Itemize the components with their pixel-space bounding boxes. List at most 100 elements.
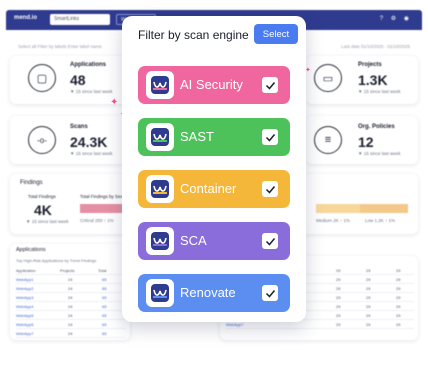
scans-stat-card[interactable]: -o- Scans 24.3K ▼ 15 since last week xyxy=(10,116,128,164)
total-count: 65 xyxy=(102,277,107,282)
org-policies-stat-card[interactable]: ≡ Org. Policies 12 ▼ 15 since last week xyxy=(306,116,418,164)
projects-count: 24 xyxy=(68,322,73,327)
engine-option-sca[interactable]: SCA xyxy=(138,222,290,260)
stat-value: 48 xyxy=(70,72,86,88)
value-cell: 29 xyxy=(336,313,341,318)
renovate-logo-icon xyxy=(146,279,174,307)
projects-stat-card[interactable]: ▭ Projects 1.3K ▼ 15 since last week xyxy=(306,56,418,104)
projects-count: 24 xyxy=(68,286,73,291)
applications-table-card: Applications Top High-Risk Applications … xyxy=(10,244,130,340)
app-link[interactable]: WebApp4 xyxy=(16,304,34,309)
total-findings-delta: ▼ 15 since last week xyxy=(26,219,69,224)
table-row[interactable]: WebApp1 24 65 xyxy=(16,275,126,284)
app-link[interactable]: WebApp1 xyxy=(16,277,34,282)
stat-value: 1.3K xyxy=(358,72,388,88)
date-range-filter[interactable]: Last date 01/10/2025 - 01/10/2025 xyxy=(341,44,410,49)
total-findings-label: Total Findings xyxy=(28,194,56,199)
value-cell: 29 xyxy=(396,295,401,300)
value-cell: 29 xyxy=(366,322,371,327)
stat-delta: ▼ 15 since last week xyxy=(70,89,113,94)
checkbox-checked[interactable] xyxy=(262,129,278,145)
column-header[interactable]: Total xyxy=(98,268,106,273)
total-count: 65 xyxy=(102,304,107,309)
app-link[interactable]: WebApp7 xyxy=(226,322,244,327)
table-row[interactable]: WebApp4 24 65 xyxy=(16,302,126,311)
stat-delta: ▼ 15 since last week xyxy=(358,151,401,156)
applications-subtitle: Top High-Risk Applications by Trend Find… xyxy=(16,258,97,263)
engine-label: SAST xyxy=(180,129,214,144)
top-bar-icons[interactable]: ? ⚙ ◉ xyxy=(380,15,412,22)
stat-label: Projects xyxy=(358,62,382,68)
projects-count: 24 xyxy=(68,295,73,300)
engine-option-renovate[interactable]: Renovate xyxy=(138,274,290,312)
value-cell: 29 xyxy=(366,268,371,273)
select-button[interactable]: Select xyxy=(254,24,298,44)
engine-option-ai-security[interactable]: AI Security xyxy=(138,66,290,104)
value-cell: 29 xyxy=(336,304,341,309)
table-row[interactable]: WebApp7 24 65 xyxy=(16,329,126,338)
stat-value: 24.3K xyxy=(70,134,108,150)
app-link[interactable]: WebApp5 xyxy=(16,313,34,318)
stat-label: Applications xyxy=(70,62,107,68)
critical-legend: Critical 250 ↑ 1% xyxy=(80,218,114,223)
value-cell: 29 xyxy=(396,322,401,327)
column-header[interactable]: Projects xyxy=(60,268,74,273)
value-cell: 29 xyxy=(336,286,341,291)
value-cell: 29 xyxy=(396,313,401,318)
findings-title: Findings xyxy=(20,180,43,186)
checkbox-checked[interactable] xyxy=(262,181,278,197)
projects-count: 24 xyxy=(68,304,73,309)
low-legend: Low 1.2K ↑ 1% xyxy=(365,218,396,223)
cube-icon: ▢ xyxy=(28,64,56,92)
applications-table: Application Projects Total WebApp1 24 65… xyxy=(16,266,126,340)
checkbox-checked[interactable] xyxy=(262,233,278,249)
stat-delta: ▼ 15 since last week xyxy=(358,89,401,94)
label-filter[interactable]: Select all Filter by labels Enter label … xyxy=(18,44,102,49)
value-cell: 29 xyxy=(396,304,401,309)
column-header[interactable]: Application xyxy=(16,268,36,273)
total-count: 65 xyxy=(102,295,107,300)
folder-icon: ▭ xyxy=(314,64,342,92)
workspace-select[interactable]: SmartLinks xyxy=(50,14,110,25)
app-link[interactable]: WebApp6 xyxy=(16,322,34,327)
engine-option-container[interactable]: Container xyxy=(138,170,290,208)
engine-label: Container xyxy=(180,181,237,196)
critical-bar xyxy=(80,204,122,213)
value-cell: 29 xyxy=(366,286,371,291)
engine-option-sast[interactable]: SAST xyxy=(138,118,290,156)
commit-icon: -o- xyxy=(28,126,56,154)
checkbox-checked[interactable] xyxy=(262,285,278,301)
checkbox-checked[interactable] xyxy=(262,77,278,93)
total-count: 65 xyxy=(102,322,107,327)
table-row[interactable]: WebApp5 24 65 xyxy=(16,311,126,320)
table-row[interactable]: WebApp2 24 65 xyxy=(16,284,126,293)
sparkle-icon: ✦ xyxy=(110,97,119,108)
total-count: 65 xyxy=(102,313,107,318)
value-cell: 29 xyxy=(366,277,371,282)
projects-count: 24 xyxy=(68,277,73,282)
table-row[interactable]: WebApp6 24 65 xyxy=(16,320,126,329)
projects-count: 24 xyxy=(68,331,73,336)
value-cell: 29 xyxy=(366,304,371,309)
sca-logo-icon xyxy=(146,227,174,255)
scan-engine-filter-popup: Filter by scan engine Select AI Security… xyxy=(122,16,306,322)
table-header-row: Application Projects Total xyxy=(16,266,126,275)
total-count: 65 xyxy=(102,331,107,336)
total-count: 65 xyxy=(102,286,107,291)
value-cell: 29 xyxy=(336,268,341,273)
mend-logo: mend.io xyxy=(14,15,38,21)
app-link[interactable]: WebApp7 xyxy=(16,331,34,336)
table-row[interactable]: WebApp3 24 65 xyxy=(16,293,126,302)
stat-label: Scans xyxy=(70,124,88,130)
app-link[interactable]: WebApp2 xyxy=(16,286,34,291)
policy-doc-icon: ≡ xyxy=(314,126,342,154)
value-cell: 29 xyxy=(396,277,401,282)
value-cell: 29 xyxy=(366,295,371,300)
stat-value: 12 xyxy=(358,134,374,150)
medium-bar xyxy=(316,204,360,213)
value-cell: 29 xyxy=(336,277,341,282)
value-cell: 29 xyxy=(366,313,371,318)
app-link[interactable]: WebApp3 xyxy=(16,295,34,300)
value-cell: 29 xyxy=(396,268,401,273)
applications-title: Applications xyxy=(16,247,46,253)
